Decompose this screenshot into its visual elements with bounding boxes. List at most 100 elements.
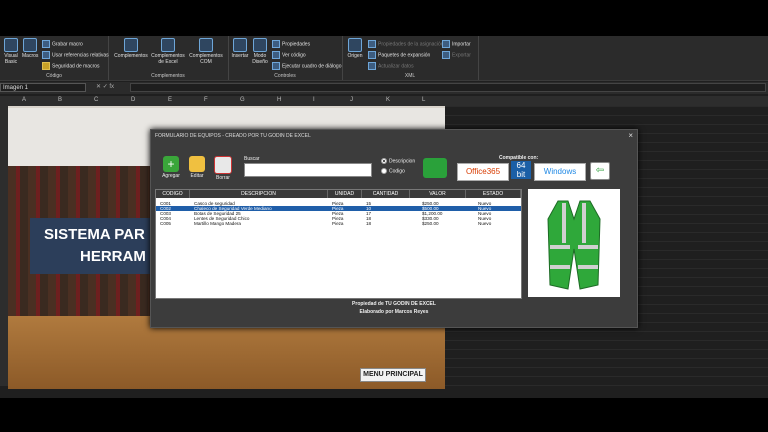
column-f[interactable]: F: [204, 97, 208, 103]
column-i[interactable]: I: [313, 97, 315, 103]
ver-codigo-button[interactable]: Ver código: [272, 51, 306, 59]
group-complementos: Complementos Complementos de Excel Compl…: [108, 36, 229, 80]
add-icon: +: [163, 156, 179, 172]
borrar-button[interactable]: Borrar: [211, 156, 235, 181]
column-k[interactable]: K: [386, 97, 390, 103]
formula-input[interactable]: [130, 83, 766, 92]
refresh-icon: [368, 62, 376, 70]
equipment-list[interactable]: CODIGO DESCRIPCION UNIDAD CANTIDAD VALOR…: [155, 189, 522, 299]
radio-codigo[interactable]: Codigo: [381, 168, 405, 174]
export-icon: [442, 51, 450, 59]
formula-bar: Imagen 1 ✕ ✓ fx: [0, 82, 768, 94]
importar-button[interactable]: Importar: [442, 40, 471, 48]
propiedades-label: Propiedades: [282, 41, 311, 48]
radio-codigo-label: Codigo: [389, 168, 405, 175]
usar-referencias-label: Usar referencias relativas: [52, 52, 109, 59]
footer-author: Elaborado por Marcos Reyes: [359, 309, 429, 315]
complementos-label: Complementos: [114, 53, 148, 59]
column-d[interactable]: D: [131, 97, 135, 103]
column-h[interactable]: H: [277, 97, 281, 103]
header-codigo: CODIGO: [156, 190, 190, 198]
cell-estado: Nuevo: [478, 221, 492, 226]
column-c[interactable]: C: [94, 97, 98, 103]
usar-referencias-button[interactable]: Usar referencias relativas: [42, 51, 109, 59]
paquetes-expansion-label: Paquetes de expansión: [378, 52, 431, 59]
header-cantidad: CANTIDAD: [362, 190, 410, 198]
group-codigo: Visual Basic Macros Grabar macro Usar re…: [0, 36, 109, 80]
addin-gear-icon: [161, 38, 175, 52]
xml-source-icon: [348, 38, 362, 52]
actualizar-datos-button[interactable]: Actualizar datos: [368, 62, 414, 70]
banner-line-1: SISTEMA PAR: [44, 226, 145, 243]
group-complementos-label: Complementos: [151, 73, 185, 79]
exportar-button[interactable]: Exportar: [442, 51, 471, 59]
map-properties-icon: [368, 40, 376, 48]
paquetes-expansion-button[interactable]: Paquetes de expansión: [368, 51, 430, 59]
table-row[interactable]: C005 Martillo Mango Madera Pieza 18 $250…: [156, 221, 521, 226]
column-g[interactable]: G: [240, 97, 245, 103]
64bit-badge: 64 bit: [511, 161, 531, 179]
propiedades-button[interactable]: Propiedades: [272, 40, 310, 48]
borrar-label: Borrar: [216, 175, 230, 181]
name-box[interactable]: Imagen 1: [0, 83, 86, 92]
back-arrow-icon[interactable]: ⇦: [590, 162, 610, 180]
column-j[interactable]: J: [350, 97, 353, 103]
importar-label: Importar: [452, 41, 471, 48]
origen-label: Origen: [347, 53, 363, 59]
agregar-button[interactable]: + Agregar: [159, 156, 183, 179]
cell-valor: $250.00: [422, 221, 439, 226]
actualizar-datos-label: Actualizar datos: [378, 63, 414, 70]
dialog-title: FORMULARIO DE EQUIPOS - CREADO POR TU GO…: [155, 133, 311, 139]
edit-icon: [189, 156, 205, 172]
bit-number: 64: [516, 161, 526, 170]
modo-diseno-button[interactable]: Modo Diseño: [250, 38, 270, 65]
complementos-excel-label: Complementos de Excel: [151, 53, 185, 65]
toolbox-icon: [233, 38, 247, 52]
group-controles-label: Controles: [274, 73, 296, 79]
radio-descripcion-label: Descripcion: [389, 158, 416, 165]
visual-basic-button[interactable]: Visual Basic: [2, 38, 20, 65]
column-b[interactable]: B: [58, 97, 62, 103]
group-controles: Insertar Modo Diseño Propiedades Ver cód…: [228, 36, 343, 80]
editar-button[interactable]: Editar: [185, 156, 209, 179]
ejecutar-dialogo-button[interactable]: Ejecutar cuadro de diálogo: [272, 62, 342, 70]
cell-cantidad: 18: [366, 221, 372, 226]
seguridad-macros-button[interactable]: Seguridad de macros: [42, 62, 100, 70]
footer-property: Propiedad de TU GODIN DE EXCEL: [352, 301, 436, 307]
grabar-macro-button[interactable]: Grabar macro: [42, 40, 83, 48]
column-e[interactable]: E: [168, 97, 172, 103]
insertar-button[interactable]: Insertar: [230, 38, 250, 59]
search-input[interactable]: [244, 163, 372, 177]
close-icon[interactable]: ×: [628, 131, 633, 140]
radio-selected-icon: [381, 158, 387, 164]
propiedades-asignacion-button[interactable]: Propiedades de la asignación: [368, 40, 444, 48]
macros-button[interactable]: Macros: [22, 38, 38, 59]
buscar-label: Buscar: [244, 156, 260, 162]
origen-button[interactable]: Origen: [346, 38, 364, 59]
title-banner: SISTEMA PAR HERRAM: [30, 218, 160, 274]
column-a[interactable]: A: [22, 97, 26, 103]
complementos-com-label: Complementos COM: [189, 53, 223, 65]
modo-diseno-label: Modo Diseño: [252, 53, 268, 65]
editar-label: Editar: [190, 173, 204, 179]
complementos-excel-button[interactable]: Complementos de Excel: [150, 38, 186, 65]
header-unidad: UNIDAD: [328, 190, 362, 198]
radio-descripcion[interactable]: Descripcion: [381, 158, 415, 164]
fx-label: fx: [109, 84, 115, 90]
cell-unidad: Pieza: [332, 221, 344, 226]
gear-icon: [124, 38, 138, 52]
dialog-icon: [272, 62, 280, 70]
com-addin-icon: [199, 38, 213, 52]
logo-icon: [423, 158, 447, 178]
complementos-com-button[interactable]: Complementos COM: [188, 38, 224, 65]
propiedades-asignacion-label: Propiedades de la asignación: [378, 41, 444, 48]
complementos-button[interactable]: Complementos: [114, 38, 148, 59]
column-l[interactable]: L: [422, 97, 425, 103]
visual-basic-icon: [4, 38, 18, 52]
menu-principal-button[interactable]: MENU PRINCIPAL: [360, 368, 426, 382]
agregar-label: Agregar: [162, 173, 180, 179]
macros-label: Macros: [22, 53, 39, 59]
design-mode-icon: [253, 38, 267, 52]
product-image: [528, 189, 620, 297]
fx-button[interactable]: ✕ ✓ fx: [96, 83, 114, 90]
